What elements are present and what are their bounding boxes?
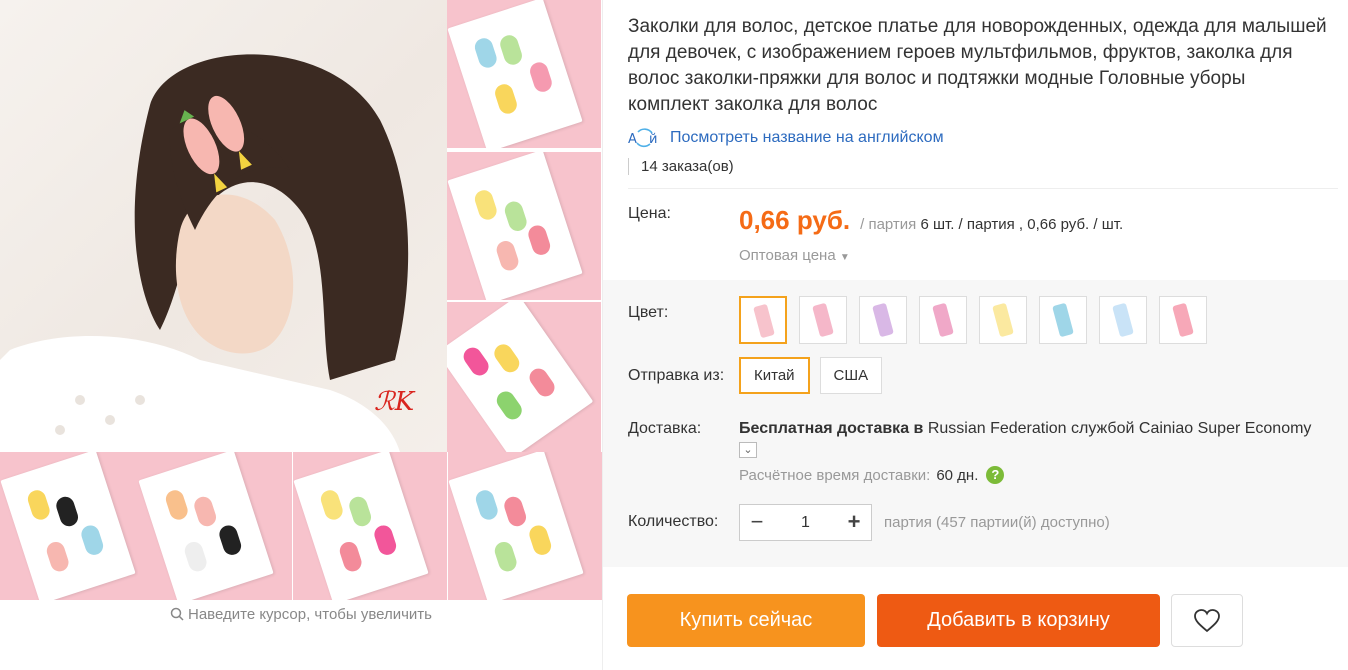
delivery-service[interactable]: Cainiao Super Economy <box>1139 420 1312 437</box>
caret-down-icon: ▼ <box>839 252 850 263</box>
quantity-availability: партия (457 партии(й) доступно) <box>884 514 1110 531</box>
price-unit: / партия 6 шт. / партия , 0,66 руб. / шт… <box>860 216 1124 233</box>
price-row: 0,66 руб. / партия 6 шт. / партия , 0,66… <box>739 205 1123 236</box>
ship-from-china-option[interactable]: Китай <box>739 357 810 394</box>
estimate-label: Расчётное время доставки: <box>739 466 931 484</box>
quantity-label: Количество: <box>628 513 719 530</box>
gallery-thumb[interactable] <box>447 152 601 300</box>
delivery-info: Бесплатная доставка в Russian Federation… <box>739 420 1345 458</box>
estimate-days: 60 дн. <box>936 466 979 484</box>
color-swatch[interactable] <box>979 296 1027 344</box>
translate-icon: A й <box>628 128 657 148</box>
chevron-down-icon[interactable]: ⌄ <box>739 442 757 458</box>
delivery-destination[interactable]: Russian Federation <box>928 420 1067 437</box>
price-label: Цена: <box>628 205 671 222</box>
free-shipping-text: Бесплатная доставка в <box>739 420 924 437</box>
svg-text:й: й <box>649 132 657 147</box>
add-to-cart-button[interactable]: Добавить в корзину <box>877 594 1160 647</box>
ship-from-options: Китай США <box>739 357 892 394</box>
gallery-thumb[interactable] <box>447 302 601 452</box>
price-value: 0,66 руб. <box>739 205 851 235</box>
minus-icon[interactable]: − <box>740 505 774 540</box>
wholesale-label: Оптовая цена <box>739 247 836 264</box>
delivery-estimate: Расчётное время доставки: 60 дн. ? <box>739 466 1005 484</box>
gallery-thumb[interactable] <box>448 452 602 600</box>
heart-icon <box>1194 608 1220 632</box>
delivery-service-prefix: службой <box>1071 420 1135 437</box>
divider <box>628 188 1338 189</box>
delivery-label: Доставка: <box>628 420 702 437</box>
translate-link[interactable]: A й Посмотреть название на английском <box>628 127 944 149</box>
main-product-image[interactable]: ℛK <box>0 0 447 452</box>
gallery-thumb[interactable] <box>138 452 292 600</box>
buy-now-button[interactable]: Купить сейчас <box>627 594 865 647</box>
svg-text:A: A <box>628 132 637 147</box>
product-page: ℛK Наведите курсор, чтобы увеличить Зако… <box>0 0 1348 670</box>
girl-with-hair-clips-image: ℛK <box>0 54 416 452</box>
product-title: Заколки для волос, детское платье для но… <box>628 16 1327 115</box>
help-icon[interactable]: ? <box>986 466 1005 484</box>
search-icon <box>170 607 184 621</box>
gallery-thumb[interactable] <box>447 0 601 148</box>
ship-from-label: Отправка из: <box>628 367 725 384</box>
color-swatch[interactable] <box>799 296 847 344</box>
color-swatch[interactable] <box>1159 296 1207 344</box>
gallery-thumb[interactable] <box>0 452 154 600</box>
gallery-thumb[interactable] <box>293 452 447 600</box>
color-swatch[interactable] <box>859 296 907 344</box>
color-swatches <box>739 296 1219 344</box>
lot-info: 6 шт. / партия , 0,66 руб. / шт. <box>920 216 1124 233</box>
quantity-input[interactable]: 1 <box>774 505 837 540</box>
product-info: Заколки для волос, детское платье для но… <box>602 0 1348 670</box>
wishlist-button[interactable] <box>1171 594 1243 647</box>
orders-count: 14 заказа(ов) <box>628 158 734 175</box>
color-swatch[interactable] <box>739 296 787 344</box>
color-swatch[interactable] <box>1099 296 1147 344</box>
color-label: Цвет: <box>628 304 669 321</box>
ship-from-usa-option[interactable]: США <box>819 357 883 394</box>
translate-link-text[interactable]: Посмотреть название на английском <box>670 129 944 147</box>
color-swatch[interactable] <box>919 296 967 344</box>
svg-text:ℛK: ℛK <box>374 387 416 417</box>
wholesale-price-toggle[interactable]: Оптовая цена ▼ <box>739 247 850 264</box>
zoom-hint: Наведите курсор, чтобы увеличить <box>0 606 602 623</box>
product-gallery: ℛK Наведите курсор, чтобы увеличить <box>0 0 602 670</box>
plus-icon[interactable]: + <box>837 505 871 540</box>
zoom-hint-text: Наведите курсор, чтобы увеличить <box>188 606 432 623</box>
color-swatch[interactable] <box>1039 296 1087 344</box>
quantity-stepper: − 1 + <box>739 504 872 541</box>
